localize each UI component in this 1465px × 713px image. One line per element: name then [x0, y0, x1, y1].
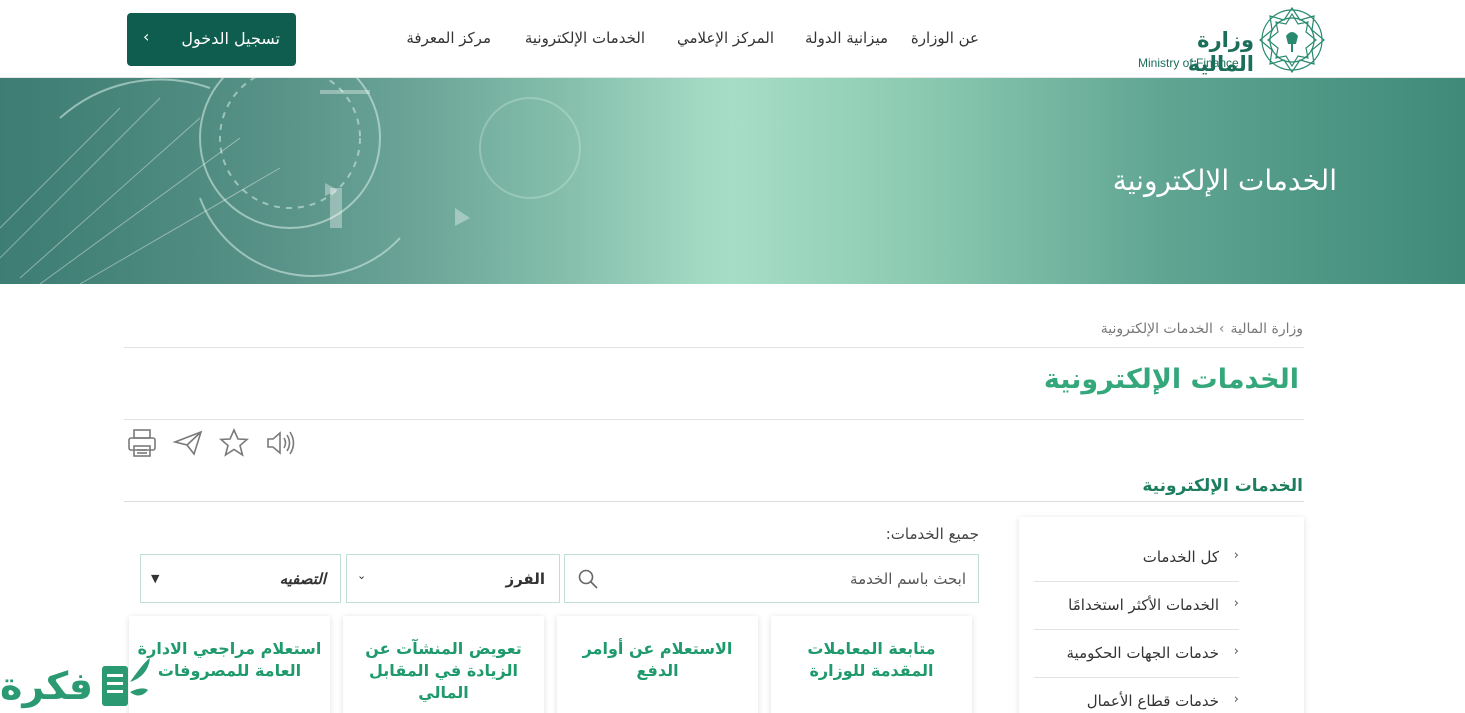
hero-banner: الخدمات الإلكترونية [0, 78, 1465, 284]
chevron-right-icon: › [143, 27, 150, 46]
breadcrumb-home[interactable]: وزارة المالية [1231, 321, 1303, 337]
nav-media-center[interactable]: المركز الإعلامي [677, 29, 774, 51]
speaker-icon[interactable] [264, 427, 296, 459]
search-icon[interactable] [577, 568, 599, 590]
breadcrumb: وزارة المالية › الخدمات الإلكترونية [1101, 321, 1303, 337]
nav-about[interactable]: عن الوزارة [911, 29, 979, 51]
watermark-text: فكرة [0, 664, 94, 708]
send-icon[interactable] [172, 427, 204, 459]
breadcrumb-separator: › [1218, 321, 1225, 337]
divider [124, 501, 1304, 502]
chevron-down-icon: ⌄ [357, 569, 367, 582]
caret-down-icon: ▼ [151, 572, 160, 585]
search-placeholder: ابحث باسم الخدمة [850, 570, 966, 588]
section-title: الخدمات الإلكترونية [1142, 476, 1303, 496]
printer-icon[interactable] [126, 427, 158, 459]
ministry-logo[interactable]: وزارة المالية Ministry of Finance [1138, 6, 1328, 76]
divider [124, 419, 1304, 420]
ministry-emblem-icon [1259, 6, 1325, 74]
login-button[interactable]: تسجيل الدخول › [127, 13, 296, 66]
service-card[interactable]: الاستعلام عن أوامر الدفع [557, 616, 758, 713]
sidebar-item-label: خدمات قطاع الأعمال [1086, 692, 1219, 710]
sidebar-item-label: كل الخدمات [1142, 548, 1219, 566]
filter-value: التصفيه [279, 570, 326, 588]
service-search-input[interactable]: ابحث باسم الخدمة [564, 554, 979, 603]
banner-title: الخدمات الإلكترونية [1112, 164, 1337, 197]
site-header: وزارة المالية Ministry of Finance عن الو… [0, 0, 1465, 78]
service-card-title: متابعة المعاملات المقدمة للوزارة [807, 639, 936, 680]
nav-e-services[interactable]: الخدمات الإلكترونية [525, 29, 645, 51]
site-watermark: فكرة [0, 650, 152, 713]
sidebar-item-label: الخدمات الأكثر استخدامًا [1068, 596, 1219, 614]
divider [124, 347, 1304, 348]
service-card-title: استعلام مراجعي الادارة العامة للمصروفات [137, 639, 322, 680]
nav-budget[interactable]: ميزانية الدولة [805, 29, 888, 51]
chevron-left-icon: ‹ [1233, 644, 1239, 659]
sort-value: الفرز [505, 570, 545, 588]
chevron-left-icon: ‹ [1233, 548, 1239, 563]
filter-label: جميع الخدمات: [885, 525, 979, 543]
services-sidebar: ‹ كل الخدمات ‹ الخدمات الأكثر استخدامًا … [1019, 517, 1304, 713]
chevron-left-icon: ‹ [1233, 596, 1239, 611]
banner-tech-artwork [0, 78, 700, 284]
service-card-title: تعويض المنشآت عن الزيادة في المقابل الما… [365, 639, 522, 702]
filter-select[interactable]: التصفيه ▼ [140, 554, 341, 603]
sidebar-item-all-services[interactable]: ‹ كل الخدمات [1034, 534, 1239, 582]
service-card[interactable]: متابعة المعاملات المقدمة للوزارة [771, 616, 972, 713]
login-label: تسجيل الدخول [181, 29, 280, 48]
chevron-left-icon: ‹ [1233, 692, 1239, 707]
breadcrumb-current: الخدمات الإلكترونية [1100, 321, 1213, 337]
nav-knowledge-center[interactable]: مركز المعرفة [406, 29, 491, 51]
sidebar-item-label: خدمات الجهات الحكومية [1066, 644, 1220, 662]
logo-text-english: Ministry of Finance [1138, 56, 1239, 70]
service-card-title: الاستعلام عن أوامر الدفع [582, 639, 733, 680]
sidebar-item-government[interactable]: ‹ خدمات الجهات الحكومية [1034, 630, 1239, 678]
book-leaf-icon [102, 658, 150, 706]
sidebar-item-business[interactable]: ‹ خدمات قطاع الأعمال [1034, 678, 1239, 713]
star-icon[interactable] [218, 427, 250, 459]
sort-select[interactable]: الفرز ⌄ [346, 554, 560, 603]
page-title: الخدمات الإلكترونية [1043, 364, 1299, 395]
service-card[interactable]: استعلام مراجعي الادارة العامة للمصروفات [129, 616, 330, 713]
sidebar-item-most-used[interactable]: ‹ الخدمات الأكثر استخدامًا [1034, 582, 1239, 630]
service-card[interactable]: تعويض المنشآت عن الزيادة في المقابل الما… [343, 616, 544, 713]
